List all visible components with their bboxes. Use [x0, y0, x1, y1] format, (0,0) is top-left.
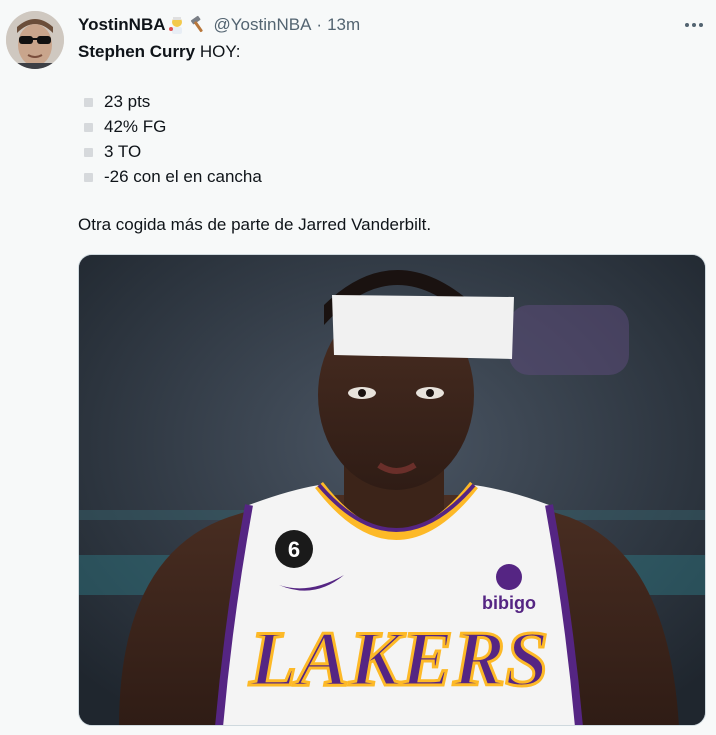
tweet[interactable]: YostinNBA @YostinNBA · 13m Stephen Curry… — [0, 0, 716, 735]
woman-scientist-emoji-icon — [167, 15, 187, 35]
jersey-text: LAKERS — [248, 615, 548, 702]
separator-dot: · — [316, 15, 323, 34]
headline-name: Stephen Curry — [78, 42, 196, 61]
more-dots-icon[interactable] — [680, 13, 708, 37]
display-name[interactable]: YostinNBA — [78, 15, 166, 35]
list-item: 23 pts — [84, 90, 150, 114]
list-item: 42% FG — [84, 115, 166, 139]
bullet-icon — [84, 97, 93, 107]
list-item: 3 TO — [84, 140, 141, 164]
timestamp[interactable]: 13m — [327, 15, 360, 35]
jersey-number: 6 — [288, 537, 300, 562]
tweet-header: YostinNBA @YostinNBA · 13m — [78, 13, 360, 37]
stat-text: -26 con el en cancha — [104, 167, 262, 186]
stat-text: 42% FG — [104, 117, 167, 136]
stat-text: 23 pts — [104, 92, 151, 111]
bullet-icon — [84, 172, 93, 182]
tweet-closing-text: Otra cogida más de parte de Jarred Vande… — [78, 215, 432, 234]
stat-text: 3 TO — [104, 142, 142, 161]
bullet-icon — [84, 122, 93, 132]
avatar[interactable] — [6, 11, 64, 69]
headline-rest: HOY: — [195, 42, 241, 61]
tweet-headline: Stephen Curry HOY: — [78, 42, 241, 62]
list-item: -26 con el en cancha — [84, 165, 262, 189]
handle[interactable]: @YostinNBA — [214, 15, 312, 35]
sponsor-text: bibigo — [482, 593, 536, 613]
hammer-icon — [188, 15, 208, 35]
tweet-image[interactable]: 6 bibigo LAKERS — [78, 254, 706, 726]
bullet-icon — [84, 147, 93, 157]
